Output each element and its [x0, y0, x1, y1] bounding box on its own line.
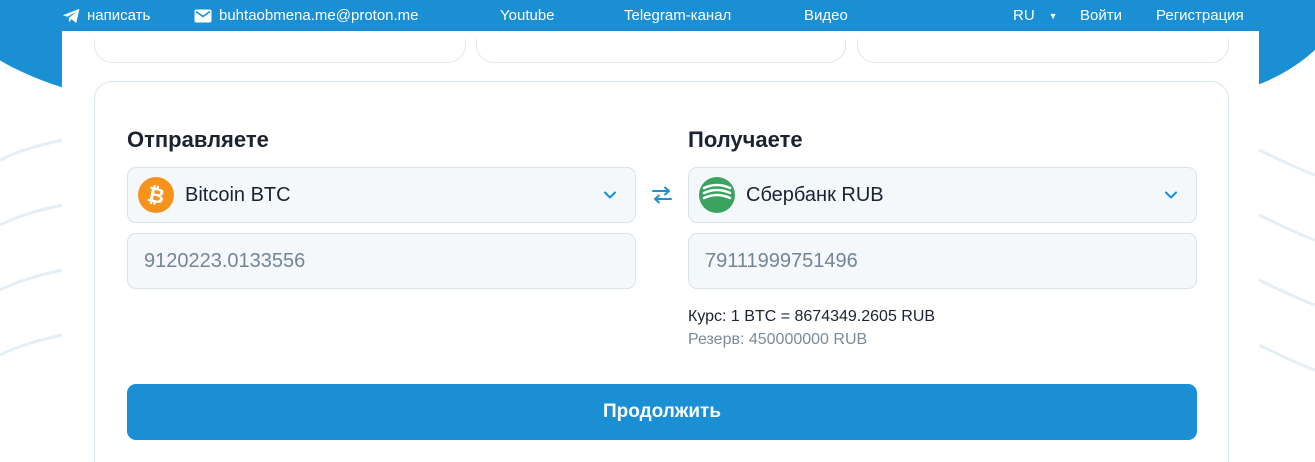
login-link[interactable]: Войти: [1080, 0, 1122, 31]
nav-video-label: Видео: [804, 7, 848, 24]
sberbank-icon: [699, 177, 735, 213]
telegram-icon: [62, 8, 80, 23]
bitcoin-icon: ₿: [138, 177, 174, 213]
nav-write-label: написать: [87, 7, 151, 24]
nav-video-link[interactable]: Видео: [804, 0, 848, 31]
register-link[interactable]: Регистрация: [1156, 0, 1244, 31]
receive-account-input[interactable]: [688, 233, 1197, 289]
language-selector[interactable]: RU ▼: [1013, 0, 1058, 31]
main-panel: Отправляете ₿ Bitcoin BTC Получаете Сбер…: [62, 31, 1259, 462]
top-navigation: написать buhtaobmena.me@proton.me Youtub…: [0, 0, 1315, 31]
chevron-down-icon: [604, 191, 616, 199]
reserve-amount: Резерв: 450000000 RUB: [688, 331, 868, 348]
exchange-rate: Курс: 1 BTC = 8674349.2605 RUB: [688, 308, 936, 325]
nav-youtube-link[interactable]: Youtube: [500, 0, 555, 31]
mail-icon: [194, 9, 212, 22]
upper-card-edge: [857, 39, 1229, 63]
upper-card-edge: [476, 39, 846, 63]
caret-down-icon: ▼: [1048, 10, 1058, 21]
send-currency-label: Bitcoin BTC: [185, 183, 291, 206]
register-label: Регистрация: [1156, 7, 1244, 24]
nav-telegram-label: Telegram-канал: [624, 7, 732, 24]
continue-button[interactable]: Продолжить: [127, 384, 1197, 440]
nav-youtube-label: Youtube: [500, 7, 555, 24]
nav-write-link[interactable]: написать: [62, 0, 150, 31]
nav-email-link[interactable]: buhtaobmena.me@proton.me: [194, 0, 419, 31]
send-title: Отправляете: [127, 127, 269, 152]
nav-telegram-channel-link[interactable]: Telegram-канал: [624, 0, 731, 31]
send-currency-select[interactable]: ₿ Bitcoin BTC: [127, 167, 636, 223]
upper-card-edge: [94, 39, 466, 63]
receive-title: Получаете: [688, 127, 803, 152]
nav-email-label: buhtaobmena.me@proton.me: [219, 7, 419, 24]
language-label: RU: [1013, 7, 1035, 24]
receive-currency-label: Сбербанк RUB: [746, 183, 884, 206]
receive-currency-select[interactable]: Сбербанк RUB: [688, 167, 1197, 223]
swap-icon[interactable]: [651, 186, 673, 204]
send-amount-input[interactable]: [127, 233, 636, 289]
chevron-down-icon: [1165, 191, 1177, 199]
login-label: Войти: [1080, 7, 1122, 24]
